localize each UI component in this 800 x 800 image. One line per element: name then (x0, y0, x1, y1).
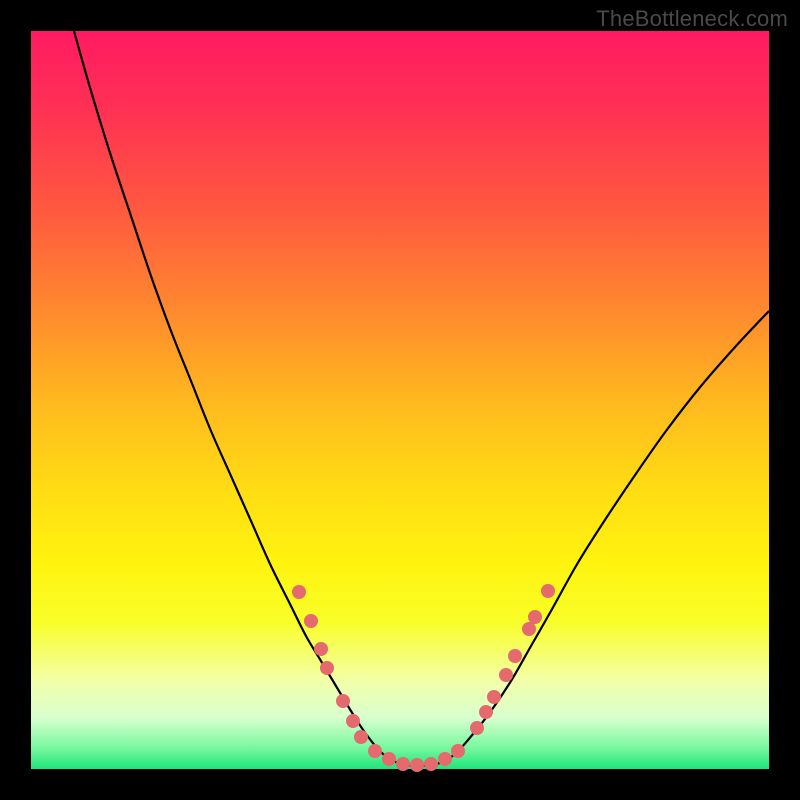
data-marker (336, 694, 350, 708)
bottleneck-curve (74, 31, 769, 766)
data-marker (424, 757, 438, 771)
data-marker (314, 642, 328, 656)
watermark-text: TheBottleneck.com (596, 6, 788, 32)
data-marker (487, 690, 501, 704)
data-marker (541, 584, 555, 598)
data-marker (320, 661, 334, 675)
data-marker (528, 610, 542, 624)
data-marker (368, 744, 382, 758)
data-marker (438, 752, 452, 766)
data-marker (396, 757, 410, 771)
data-marker (382, 752, 396, 766)
curve-layer (31, 31, 769, 769)
data-marker (499, 668, 513, 682)
plot-area (31, 31, 769, 769)
data-marker (304, 614, 318, 628)
chart-frame: TheBottleneck.com (0, 0, 800, 800)
data-marker (354, 730, 368, 744)
data-marker (470, 721, 484, 735)
data-marker (292, 585, 306, 599)
data-marker (508, 649, 522, 663)
data-marker (479, 705, 493, 719)
data-marker (410, 758, 424, 772)
data-marker (346, 714, 360, 728)
data-marker (451, 744, 465, 758)
data-marker (522, 622, 536, 636)
